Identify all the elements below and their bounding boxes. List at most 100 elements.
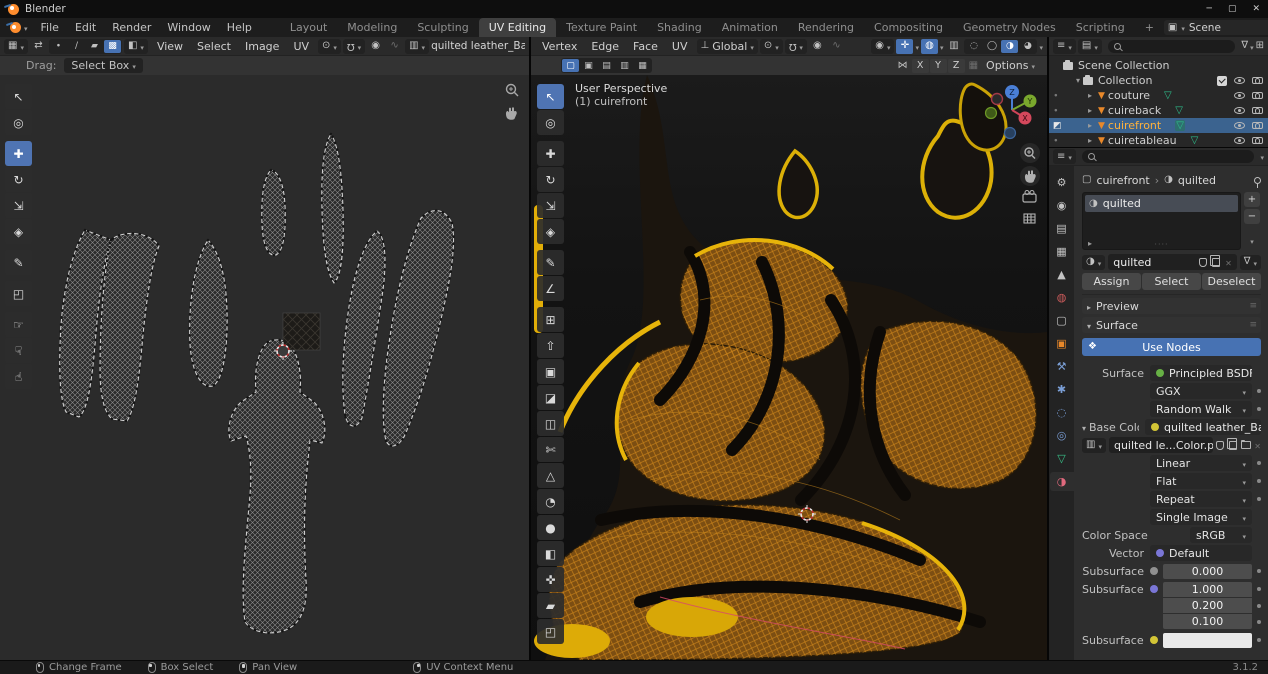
outliner-row-collection[interactable]: ▾ Collection	[1049, 73, 1268, 88]
snap-button[interactable]: Ω	[343, 39, 365, 54]
surface-shader-button[interactable]: Principled BSDF	[1150, 365, 1252, 381]
properties-tab[interactable]: ◍	[1050, 288, 1074, 307]
tool-button[interactable]: ↖	[5, 84, 32, 109]
animate-dot[interactable]	[1257, 389, 1261, 393]
blender-menu-button[interactable]	[5, 21, 33, 34]
pin-icon[interactable]	[1254, 177, 1261, 184]
material-name-field[interactable]: quilted	[1108, 254, 1237, 270]
tool-button[interactable]: ●	[537, 515, 564, 540]
tool-button[interactable]: ⇲	[537, 193, 564, 218]
snap-grid-icon[interactable]: ▦	[969, 61, 978, 71]
tool-button[interactable]: ∠	[537, 276, 564, 301]
tool-button[interactable]: ✄	[537, 437, 564, 462]
properties-tab[interactable]: ▦	[1050, 242, 1074, 261]
properties-tab[interactable]: ◌	[1050, 403, 1074, 422]
tool-button[interactable]: ☝	[5, 364, 32, 389]
shading-mode-button[interactable]: ◌	[965, 40, 982, 53]
tool-button[interactable]: ✚	[5, 141, 32, 166]
image-setting-dropdown[interactable]: Flat	[1150, 473, 1252, 489]
image-setting-dropdown[interactable]: Linear	[1150, 455, 1252, 471]
hide-eye-icon[interactable]	[1234, 77, 1245, 84]
object-visibility-dropdown[interactable]: ◉	[871, 39, 894, 54]
shading-mode-button[interactable]: ◑	[1001, 40, 1018, 53]
fake-user-icon[interactable]	[1216, 441, 1224, 450]
viewport-canvas[interactable]: Z Y X	[531, 75, 1047, 660]
tool-button[interactable]: ▰	[537, 593, 564, 618]
image-setting-dropdown[interactable]: Single Image	[1150, 509, 1252, 525]
workspace-tab[interactable]: +	[1135, 18, 1164, 37]
workspace-tab[interactable]: Animation	[712, 18, 788, 37]
pivot-point-button[interactable]: ⊙	[318, 39, 341, 54]
tool-button[interactable]: ✎	[5, 250, 32, 275]
browse-image-button[interactable]: ▥	[1082, 438, 1106, 453]
transform-orientation-dropdown[interactable]: ⊥ Global	[697, 39, 758, 54]
chevron-down-icon[interactable]	[915, 40, 919, 53]
properties-tab[interactable]: ⚒	[1050, 357, 1074, 376]
preview-panel-header[interactable]: Preview ≡	[1082, 298, 1261, 314]
disable-render-icon[interactable]	[1252, 122, 1263, 129]
breadcrumb-object[interactable]: cuirefront	[1096, 174, 1149, 187]
outliner-row-cuirefront[interactable]: ◩ ▸ ▼ cuirefront ▽	[1049, 118, 1268, 133]
properties-tab[interactable]: ◎	[1050, 426, 1074, 445]
chevron-down-icon[interactable]	[1260, 150, 1264, 163]
topbar-menu[interactable]: Edit	[67, 18, 104, 37]
axis-toggle[interactable]: X	[912, 59, 929, 73]
workspace-tab[interactable]: Modeling	[337, 18, 407, 37]
properties-tab[interactable]: ◉	[1050, 196, 1074, 215]
tool-button[interactable]: ✜	[537, 567, 564, 592]
animate-dot[interactable]	[1257, 638, 1261, 642]
surface-panel-header[interactable]: Surface ≡	[1082, 317, 1261, 333]
filter-icon[interactable]: ∇	[1241, 41, 1248, 51]
properties-tab[interactable]: ▣	[1050, 334, 1074, 353]
proportional-edit-toggle[interactable]: ◉	[809, 39, 826, 54]
action-button[interactable]: Select	[1142, 273, 1201, 290]
shader-dropdown[interactable]: Random Walk	[1150, 401, 1252, 417]
properties-tab[interactable]: ▲	[1050, 265, 1074, 284]
tool-button[interactable]: ☟	[5, 338, 32, 363]
select-mode-button[interactable]: ▥	[616, 59, 633, 72]
topbar-menu[interactable]: Help	[219, 18, 260, 37]
chevron-down-icon[interactable]	[940, 40, 944, 53]
hide-eye-icon[interactable]	[1234, 122, 1245, 129]
shading-mode-button[interactable]: ◕	[1019, 40, 1036, 53]
use-nodes-button[interactable]: ❖ Use Nodes	[1082, 338, 1261, 356]
disable-render-icon[interactable]	[1252, 107, 1263, 114]
viewport-menu[interactable]: Face	[626, 40, 665, 53]
vector-field[interactable]: Default	[1150, 545, 1252, 561]
tool-button[interactable]: ◪	[537, 385, 564, 410]
maximize-button[interactable]: ▢	[1228, 4, 1237, 14]
unlink-image-icon[interactable]	[1254, 439, 1261, 452]
subsurface-value-field[interactable]: 0.000	[1163, 564, 1252, 579]
viewport-menu[interactable]: UV	[665, 40, 695, 53]
animate-dot[interactable]	[1257, 461, 1261, 465]
add-slot-button[interactable]	[1244, 192, 1260, 207]
tool-button[interactable]: ⇧	[537, 333, 564, 358]
show-overlays-toggle[interactable]: ◍	[921, 39, 938, 54]
display-mode-button[interactable]: ▤	[1078, 39, 1102, 54]
tool-button[interactable]: ⇲	[5, 193, 32, 218]
disclosure-icon[interactable]: ▸	[1085, 121, 1095, 130]
properties-tab[interactable]: ✱	[1050, 380, 1074, 399]
viewport-menu[interactable]: Vertex	[535, 40, 584, 53]
properties-tab[interactable]: ▽	[1050, 449, 1074, 468]
axis-toggle[interactable]: Z	[948, 59, 965, 73]
subsurface-radius-field-3[interactable]: 0.100	[1163, 614, 1252, 629]
tool-button[interactable]: ◰	[537, 619, 564, 644]
options-dropdown[interactable]: Options	[982, 59, 1039, 72]
subsurface-socket-icon[interactable]	[1150, 567, 1158, 575]
disclosure-icon[interactable]: ▸	[1085, 106, 1095, 115]
base-color-field[interactable]: quilted leather_Ba	[1145, 419, 1261, 435]
outliner-row-cuireback[interactable]: ∙ ▸ ▼ cuireback ▽	[1049, 103, 1268, 118]
tool-button[interactable]: ▣	[537, 359, 564, 384]
workspace-tab[interactable]: Sculpting	[407, 18, 478, 37]
new-image-icon[interactable]	[1229, 441, 1237, 450]
topbar-menu[interactable]: Window	[159, 18, 218, 37]
drag-mode-dropdown[interactable]: Select Box	[64, 58, 142, 73]
tool-button[interactable]: ☞	[5, 312, 32, 337]
tool-button[interactable]: ◧	[537, 541, 564, 566]
properties-tab[interactable]: ◑	[1050, 472, 1074, 491]
disable-render-icon[interactable]	[1252, 92, 1263, 99]
select-mode-button[interactable]: ▣	[580, 59, 597, 72]
uv-editor-menu[interactable]: UV	[286, 40, 316, 53]
uv-select-mode-button[interactable]: ∕	[68, 40, 85, 53]
